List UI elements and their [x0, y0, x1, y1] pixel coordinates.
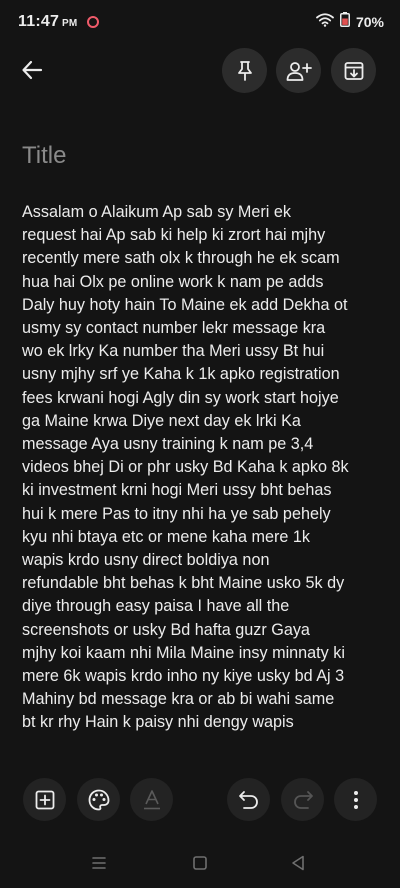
home-button[interactable]: [193, 856, 207, 875]
archive-button[interactable]: [331, 48, 376, 93]
back-button[interactable]: [12, 50, 52, 90]
background-options-button[interactable]: [77, 778, 120, 821]
wifi-icon: [316, 12, 334, 32]
battery-percent: 70%: [355, 14, 384, 30]
home-icon: [193, 856, 207, 870]
system-nav-bar: [0, 840, 400, 888]
back-arrow-icon: [22, 60, 43, 80]
pin-button[interactable]: [222, 48, 267, 93]
status-bar: 11:47 PM 70%: [0, 0, 400, 44]
archive-icon: [344, 61, 363, 80]
add-content-button[interactable]: [23, 778, 66, 821]
undo-button[interactable]: [227, 778, 270, 821]
battery-icon: [339, 12, 350, 32]
add-box-icon: [35, 790, 54, 809]
more-vert-icon: [353, 790, 358, 809]
more-options-button[interactable]: [334, 778, 377, 821]
note-toolbar: [0, 48, 400, 94]
status-left: 11:47 PM: [18, 13, 100, 31]
text-format-icon: [143, 789, 160, 809]
note-title-field[interactable]: Title: [22, 142, 66, 170]
clock-time: 11:47: [18, 13, 60, 30]
note-body-field[interactable]: Assalam o Alaikum Ap sab sy Meri ek requ…: [22, 201, 384, 735]
redo-button[interactable]: [281, 778, 324, 821]
clock-suffix: PM: [62, 18, 78, 29]
recording-indicator-icon: [87, 16, 100, 28]
recents-button[interactable]: [90, 856, 108, 875]
status-clock: 11:47 PM: [18, 13, 77, 31]
recents-icon: [92, 857, 106, 869]
pin-icon: [237, 60, 252, 81]
status-right: 70%: [316, 12, 384, 32]
add-collaborator-button[interactable]: [276, 48, 321, 93]
system-back-button[interactable]: [291, 855, 305, 876]
nav-back-icon: [292, 855, 304, 871]
redo-icon: [293, 790, 313, 809]
text-format-button[interactable]: [130, 778, 173, 821]
undo-icon: [238, 790, 258, 809]
add-collaborator-icon: [286, 61, 312, 81]
bottom-toolbar: [0, 778, 400, 822]
palette-icon: [88, 789, 109, 810]
